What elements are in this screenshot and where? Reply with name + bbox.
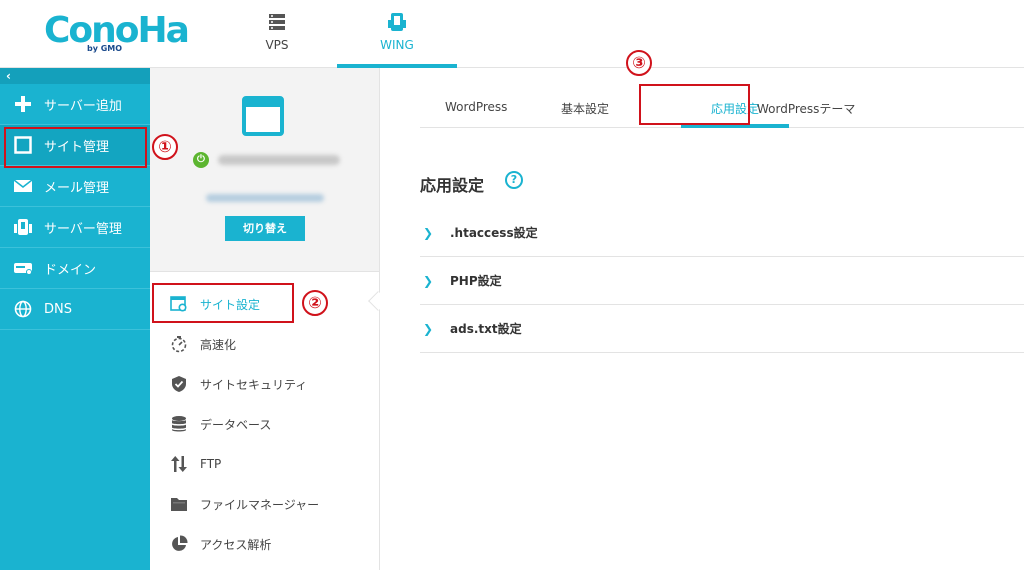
section-title: 応用設定	[420, 176, 485, 195]
main-content: WordPress 基本設定 応用設定 WordPressテーマ 応用設定 ? …	[380, 68, 1024, 570]
mail-icon	[12, 176, 34, 196]
server-manage-icon	[12, 217, 34, 237]
nav-item-label: サーバー管理	[44, 221, 122, 237]
top-header: ConoHa by GMO VPS WING	[0, 0, 1024, 68]
submenu-label: 高速化	[200, 337, 237, 352]
nav-item-dns[interactable]: DNS	[0, 289, 150, 330]
submenu-ftp[interactable]: FTP	[150, 444, 379, 484]
collapse-nav-button[interactable]: ‹	[0, 68, 150, 84]
nav-item-label: ドメイン	[44, 262, 97, 278]
submenu-label: FTP	[200, 457, 222, 471]
annotation-callout-2: ②	[302, 290, 328, 316]
tab-wordpress[interactable]: WordPress	[445, 100, 507, 114]
site-card: ⏻ 切り替え	[150, 68, 379, 272]
site-url-blurred	[206, 194, 324, 202]
chevron-right-icon: ❯	[423, 225, 434, 240]
row-label: PHP設定	[450, 274, 502, 288]
annotation-box-1	[4, 127, 147, 168]
nav-item-server-manage[interactable]: サーバー管理	[0, 207, 150, 248]
server-icon	[267, 12, 287, 32]
submenu-file-manager[interactable]: ファイルマネージャー	[150, 484, 379, 524]
transfer-icon	[170, 455, 188, 473]
nav-item-label: メール管理	[44, 180, 110, 196]
chevron-right-icon: ❯	[423, 321, 434, 336]
power-on-icon: ⏻	[193, 152, 209, 168]
submenu-site-security[interactable]: サイトセキュリティ	[150, 364, 379, 404]
row-label: .htaccess設定	[450, 226, 538, 240]
annotation-box-2	[152, 283, 294, 323]
switch-site-button[interactable]: 切り替え	[225, 216, 305, 241]
annotation-callout-3: ③	[626, 50, 652, 76]
help-icon[interactable]: ?	[505, 171, 523, 189]
tab-wing-label: WING	[380, 38, 414, 52]
submenu-access-analytics[interactable]: アクセス解析	[150, 524, 379, 564]
globe-icon	[12, 299, 34, 319]
row-htaccess-settings[interactable]: ❯ .htaccess設定	[420, 209, 1024, 257]
submenu-label: サイトセキュリティ	[200, 377, 308, 392]
submenu-label: データベース	[200, 417, 272, 432]
conoha-logo[interactable]: ConoHa by GMO	[44, 10, 190, 56]
row-label: ads.txt設定	[450, 322, 522, 336]
tab-vps[interactable]: VPS	[236, 0, 318, 68]
nav-item-mail-manage[interactable]: メール管理	[0, 166, 150, 207]
pie-chart-icon	[170, 535, 188, 553]
database-icon	[170, 415, 188, 433]
submenu-database[interactable]: データベース	[150, 404, 379, 444]
tab-basic-settings[interactable]: 基本設定	[561, 100, 609, 117]
annotation-box-3	[639, 84, 750, 125]
domain-icon	[12, 258, 34, 278]
nav-item-label: DNS	[44, 301, 72, 317]
nav-item-domain[interactable]: ドメイン	[0, 248, 150, 289]
wing-icon	[387, 12, 407, 32]
tab-vps-label: VPS	[265, 38, 289, 52]
submenu-label: アクセス解析	[200, 537, 272, 552]
folder-icon	[170, 495, 188, 513]
tab-wordpress-theme[interactable]: WordPressテーマ	[757, 100, 855, 117]
row-adstxt-settings[interactable]: ❯ ads.txt設定	[420, 305, 1024, 353]
logo-sub: by GMO	[87, 44, 123, 53]
site-window-icon	[242, 96, 284, 136]
stopwatch-icon	[170, 335, 188, 353]
nav-item-server-add[interactable]: サーバー追加	[0, 84, 150, 125]
nav-item-label: サーバー追加	[44, 98, 122, 114]
submenu-speedup[interactable]: 高速化	[150, 324, 379, 364]
tab-wing[interactable]: WING	[337, 0, 457, 68]
submenu-label: ファイルマネージャー	[200, 497, 320, 512]
annotation-callout-1: ①	[152, 134, 178, 160]
plus-icon	[12, 94, 34, 114]
row-php-settings[interactable]: ❯ PHP設定	[420, 257, 1024, 305]
shield-icon	[170, 375, 188, 393]
chevron-right-icon: ❯	[423, 273, 434, 288]
site-name-blurred	[218, 155, 340, 165]
